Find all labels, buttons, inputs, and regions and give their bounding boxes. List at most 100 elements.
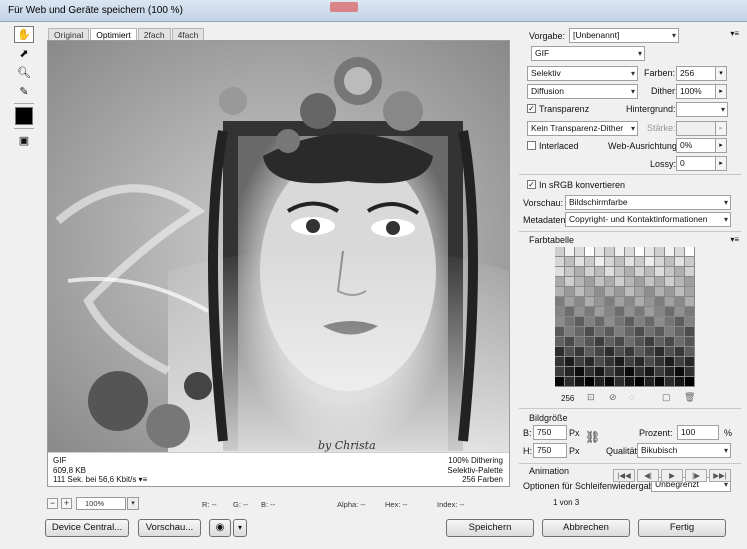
color-swatch[interactable] <box>605 307 615 317</box>
color-swatch[interactable] <box>625 327 635 337</box>
color-swatch[interactable] <box>685 377 695 387</box>
color-swatch[interactable] <box>645 307 655 317</box>
eyedropper-tool-icon[interactable]: ✎ <box>14 83 34 100</box>
color-swatch[interactable] <box>575 347 585 357</box>
color-swatch[interactable] <box>635 337 645 347</box>
color-swatch[interactable] <box>555 377 565 387</box>
interlaced-checkbox[interactable] <box>527 141 536 150</box>
color-swatch[interactable] <box>645 287 655 297</box>
color-swatch[interactable] <box>565 357 575 367</box>
color-swatch[interactable] <box>625 347 635 357</box>
color-swatch[interactable] <box>595 347 605 357</box>
constrain-link-icon[interactable]: ⛓︎ <box>585 430 600 444</box>
color-swatch[interactable] <box>655 297 665 307</box>
color-swatch[interactable] <box>675 287 685 297</box>
color-swatch[interactable] <box>625 307 635 317</box>
color-swatch[interactable] <box>615 287 625 297</box>
color-swatch[interactable] <box>575 327 585 337</box>
browser-dropdown-arrow[interactable]: ▾ <box>233 519 247 537</box>
last-frame-button[interactable]: ▶▶| <box>709 469 731 482</box>
color-swatch[interactable] <box>615 377 625 387</box>
preview-button[interactable]: Vorschau... <box>138 519 201 537</box>
tab-2up[interactable]: 2fach <box>137 28 171 40</box>
color-swatch[interactable] <box>585 277 595 287</box>
color-swatch[interactable] <box>665 277 675 287</box>
color-swatch[interactable] <box>645 337 655 347</box>
color-swatch[interactable] <box>555 287 565 297</box>
color-swatch[interactable] <box>675 297 685 307</box>
color-swatch[interactable] <box>655 367 665 377</box>
color-swatch[interactable] <box>605 367 615 377</box>
color-swatch[interactable] <box>575 337 585 347</box>
color-swatch[interactable] <box>665 337 675 347</box>
color-swatch[interactable] <box>655 277 665 287</box>
matte-select[interactable] <box>676 102 728 117</box>
color-swatch[interactable] <box>665 357 675 367</box>
color-swatch[interactable] <box>625 317 635 327</box>
color-swatch[interactable] <box>575 317 585 327</box>
color-swatch[interactable] <box>595 247 605 257</box>
color-swatch[interactable] <box>565 337 575 347</box>
color-table-menu-icon[interactable]: ▾≡ <box>730 235 739 244</box>
color-swatch[interactable] <box>585 297 595 307</box>
toggle-slices-icon[interactable]: ▣ <box>14 132 34 149</box>
first-frame-button[interactable]: |◀◀ <box>613 469 635 482</box>
color-swatch[interactable] <box>635 307 645 317</box>
color-swatch[interactable] <box>655 247 665 257</box>
color-swatch[interactable] <box>615 327 625 337</box>
color-swatch[interactable] <box>625 357 635 367</box>
close-button[interactable] <box>330 2 358 12</box>
color-swatch[interactable] <box>605 377 615 387</box>
color-swatch[interactable] <box>645 267 655 277</box>
color-swatch[interactable] <box>625 337 635 347</box>
color-swatch[interactable] <box>595 357 605 367</box>
lossy-field[interactable]: 0 <box>676 156 716 171</box>
dither-algorithm-select[interactable]: Diffusion <box>527 84 638 99</box>
color-swatch[interactable] <box>635 297 645 307</box>
color-swatch[interactable] <box>585 317 595 327</box>
color-swatch[interactable] <box>685 327 695 337</box>
transparency-checkbox[interactable]: ✓ <box>527 104 536 113</box>
done-button[interactable]: Fertig <box>638 519 726 537</box>
color-swatch[interactable] <box>555 367 565 377</box>
color-swatch[interactable] <box>605 287 615 297</box>
height-field[interactable]: 750 <box>533 443 567 458</box>
delete-color-icon[interactable]: 🗑︎ <box>684 392 695 403</box>
web-snap-arrow[interactable]: ▸ <box>715 138 727 153</box>
color-swatch[interactable] <box>585 337 595 347</box>
color-swatch[interactable] <box>615 307 625 317</box>
color-swatch[interactable] <box>555 277 565 287</box>
color-swatch[interactable] <box>685 247 695 257</box>
color-swatch[interactable] <box>555 247 565 257</box>
color-swatch[interactable] <box>655 307 665 317</box>
zoom-tool-icon[interactable]: 🔍︎ <box>14 64 34 81</box>
color-swatch[interactable] <box>655 327 665 337</box>
zoom-out-button[interactable]: − <box>47 498 58 509</box>
color-swatch[interactable] <box>575 357 585 367</box>
color-swatch[interactable] <box>655 347 665 357</box>
color-swatch[interactable] <box>615 317 625 327</box>
color-swatch[interactable] <box>595 257 605 267</box>
color-swatch[interactable] <box>565 317 575 327</box>
color-swatch[interactable] <box>645 367 655 377</box>
image-preview[interactable]: by Christa GIF 609,8 KB 111 Sek. bei 56,… <box>47 40 510 487</box>
color-swatch[interactable] <box>625 367 635 377</box>
slice-select-tool-icon[interactable]: ⬈ <box>14 45 34 62</box>
colors-arrow[interactable]: ▾ <box>715 66 727 81</box>
color-swatch[interactable] <box>565 257 575 267</box>
color-swatch[interactable] <box>625 257 635 267</box>
color-swatch[interactable] <box>605 257 615 267</box>
color-swatch[interactable] <box>635 257 645 267</box>
color-swatch[interactable] <box>555 337 565 347</box>
previous-frame-button[interactable]: ◀| <box>637 469 659 482</box>
width-field[interactable]: 750 <box>533 425 567 440</box>
color-swatch[interactable] <box>565 247 575 257</box>
tab-4up[interactable]: 4fach <box>171 28 205 40</box>
download-speed-menu-icon[interactable]: ▾≡ <box>139 475 148 484</box>
color-swatch[interactable] <box>575 377 585 387</box>
color-swatch[interactable] <box>565 327 575 337</box>
color-swatch[interactable] <box>595 267 605 277</box>
color-swatch[interactable] <box>585 257 595 267</box>
color-swatch[interactable] <box>575 277 585 287</box>
color-swatch[interactable] <box>595 277 605 287</box>
